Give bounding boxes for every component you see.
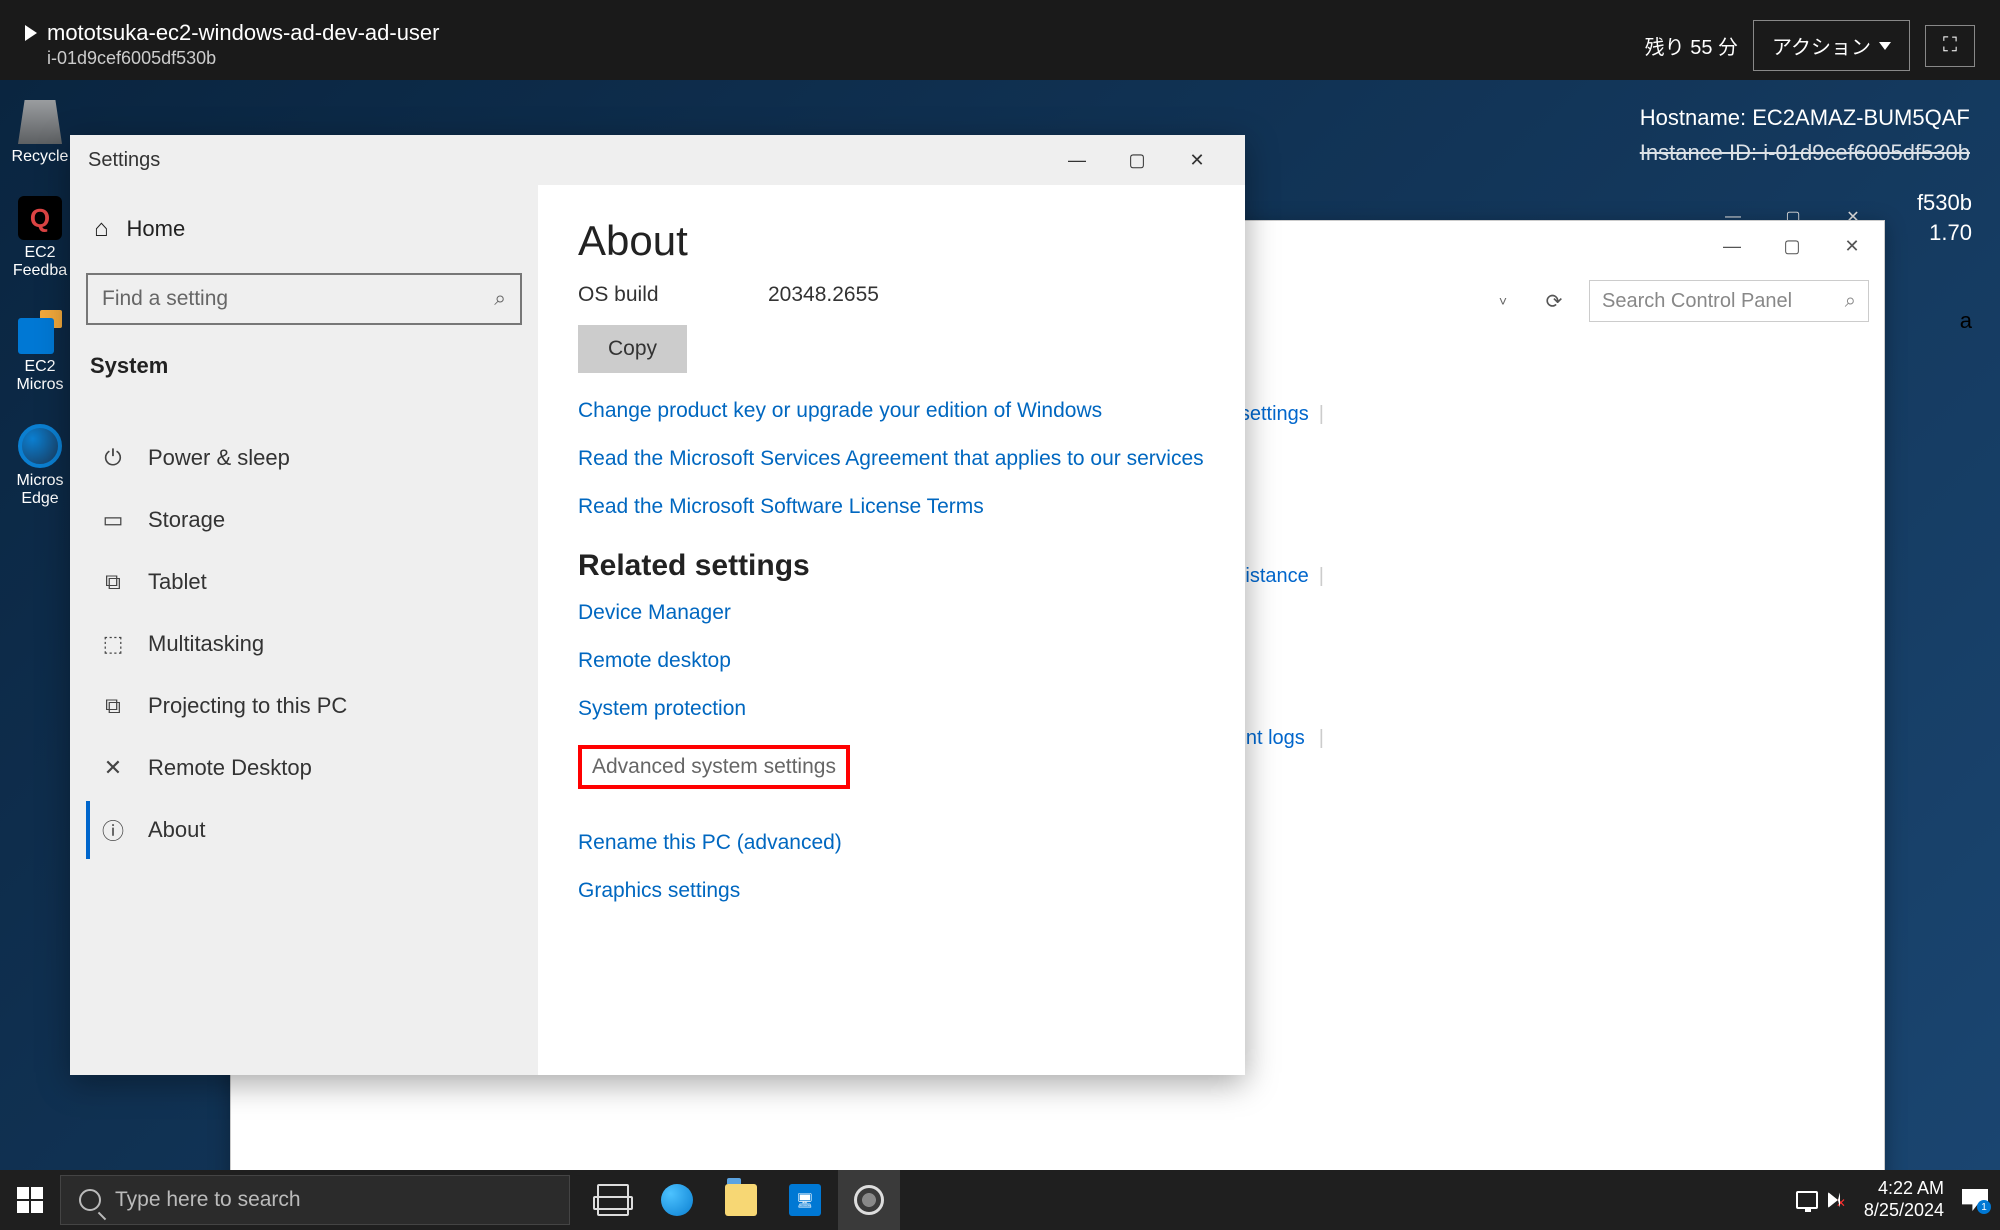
search-icon: ⌕	[494, 287, 506, 311]
sidebar-home[interactable]: ⌂ Home	[86, 205, 522, 253]
related-settings-heading: Related settings	[578, 549, 1205, 583]
sidebar-item-projecting[interactable]: ⧉ Projecting to this PC	[86, 677, 522, 735]
power-icon: ⏻	[100, 445, 126, 471]
settings-sidebar: ⌂ Home Find a setting ⌕ System ⏻ Power &…	[70, 185, 538, 1075]
settings-window[interactable]: Settings — ▢ ✕ ⌂ Home Find a setting ⌕ S…	[70, 135, 1245, 1075]
sidebar-item-tablet[interactable]: ⧉ Tablet	[86, 553, 522, 611]
session-title: mototsuka-ec2-windows-ad-dev-ad-user	[47, 20, 440, 46]
system-tray: ✕ 4:22 AM 8/25/2024 1	[1796, 1178, 2000, 1221]
taskbar-search[interactable]: Type here to search	[60, 1175, 570, 1225]
info-icon: ⓘ	[100, 817, 126, 843]
notification-badge: 1	[1977, 1200, 1991, 1214]
notification-center-button[interactable]: 1	[1962, 1189, 1988, 1211]
partial-letter-a: a	[1960, 308, 1972, 334]
recycle-bin-icon[interactable]: Recycle	[12, 100, 68, 166]
ec2-feedback-icon[interactable]: Q EC2 Feedba	[12, 196, 68, 280]
minimize-button[interactable]: —	[1047, 140, 1107, 180]
version-partial: 1.70	[1929, 220, 1972, 246]
taskbar: Type here to search 🖥 ✕ 4:22 AM 8/25/202…	[0, 1170, 2000, 1230]
control-panel-search[interactable]: Search Control Panel ⌕	[1589, 280, 1869, 322]
tablet-icon: ⧉	[100, 569, 126, 595]
link-rename-pc[interactable]: Rename this PC (advanced)	[578, 831, 1205, 855]
sidebar-item-multitasking[interactable]: ⬚ Multitasking	[86, 615, 522, 673]
hostname-line: Hostname: EC2AMAZ-BUM5QAF	[1640, 100, 1970, 135]
link-advanced-system-settings[interactable]: Advanced system settings	[578, 745, 850, 789]
settings-window-title: Settings	[88, 149, 1047, 172]
desktop-overlay-info: Hostname: EC2AMAZ-BUM5QAF Instance ID: i…	[1640, 100, 1970, 170]
sidebar-category-system: System	[86, 353, 522, 379]
search-icon	[79, 1189, 101, 1211]
edge-desktop-icon[interactable]: Micros Edge	[12, 424, 68, 508]
session-instance-id: i-01d9cef6005df530b	[47, 48, 440, 69]
tray-clock[interactable]: 4:22 AM 8/25/2024	[1864, 1178, 1944, 1221]
os-build-row: OS build 20348.2655	[578, 283, 1205, 307]
instance-id-line: Instance ID: i-01d9cef6005df530b	[1640, 135, 1970, 170]
os-build-value: 20348.2655	[768, 283, 879, 307]
close-button[interactable]: ✕	[1167, 140, 1227, 180]
link-change-product-key[interactable]: Change product key or upgrade your editi…	[578, 399, 1205, 423]
link-license-terms[interactable]: Read the Microsoft Software License Term…	[578, 495, 1205, 519]
ec2-microsoft-icon[interactable]: EC2 Micros	[12, 310, 68, 394]
link-remote-desktop[interactable]: Remote desktop	[578, 649, 1205, 673]
remaining-time: 残り 55 分	[1645, 31, 1738, 60]
storage-icon: ▭	[100, 507, 126, 533]
close-icon[interactable]: ✕	[1822, 228, 1882, 264]
link-system-protection[interactable]: System protection	[578, 697, 1205, 721]
maximize-button[interactable]: ▢	[1107, 140, 1167, 180]
link-graphics-settings[interactable]: Graphics settings	[578, 879, 1205, 903]
gear-icon	[854, 1185, 884, 1215]
desktop-icons: Recycle Q EC2 Feedba EC2 Micros Micros E…	[12, 100, 68, 508]
taskbar-settings[interactable]	[838, 1170, 900, 1230]
sidebar-item-storage[interactable]: ▭ Storage	[86, 491, 522, 549]
chevron-down-icon[interactable]: ˅	[1487, 293, 1519, 309]
multitasking-icon: ⬚	[100, 631, 126, 657]
about-heading: About	[578, 217, 1205, 265]
action-dropdown-button[interactable]: アクション	[1753, 20, 1910, 71]
settings-search-input[interactable]: Find a setting ⌕	[86, 273, 522, 325]
copy-button[interactable]: Copy	[578, 325, 687, 373]
settings-main-panel: About OS build 20348.2655 Copy Change pr…	[538, 185, 1245, 1075]
taskbar-edge[interactable]	[646, 1170, 708, 1230]
play-icon	[25, 25, 37, 41]
taskbar-system-info[interactable]: 🖥	[774, 1170, 836, 1230]
task-view-button[interactable]	[582, 1170, 644, 1230]
caret-down-icon	[1879, 42, 1891, 50]
link-device-manager[interactable]: Device Manager	[578, 601, 1205, 625]
home-icon: ⌂	[94, 215, 109, 243]
session-header: mototsuka-ec2-windows-ad-dev-ad-user i-0…	[0, 0, 2000, 80]
minimize-icon[interactable]: —	[1702, 228, 1762, 264]
start-button[interactable]	[0, 1170, 60, 1230]
desktop[interactable]: Hostname: EC2AMAZ-BUM5QAF Instance ID: i…	[0, 80, 2000, 1170]
sidebar-item-about[interactable]: ⓘ About	[86, 801, 522, 859]
sidebar-item-remote-desktop[interactable]: ✕ Remote Desktop	[86, 739, 522, 797]
link-services-agreement[interactable]: Read the Microsoft Services Agreement th…	[578, 447, 1205, 471]
partial-text-530b: f530b	[1917, 190, 1972, 216]
sidebar-item-power-sleep[interactable]: ⏻ Power & sleep	[86, 429, 522, 487]
search-icon: ⌕	[1845, 290, 1856, 313]
monitor-icon[interactable]	[1796, 1191, 1818, 1209]
projecting-icon: ⧉	[100, 693, 126, 719]
remote-desktop-icon: ✕	[100, 755, 126, 781]
taskbar-file-explorer[interactable]	[710, 1170, 772, 1230]
settings-titlebar: Settings — ▢ ✕	[70, 135, 1245, 185]
windows-logo-icon	[17, 1187, 43, 1213]
maximize-icon[interactable]: ▢	[1762, 228, 1822, 264]
fullscreen-button[interactable]: ⛶	[1925, 25, 1975, 67]
volume-muted-icon[interactable]: ✕	[1828, 1190, 1846, 1210]
refresh-button[interactable]: ⟳	[1534, 281, 1574, 321]
